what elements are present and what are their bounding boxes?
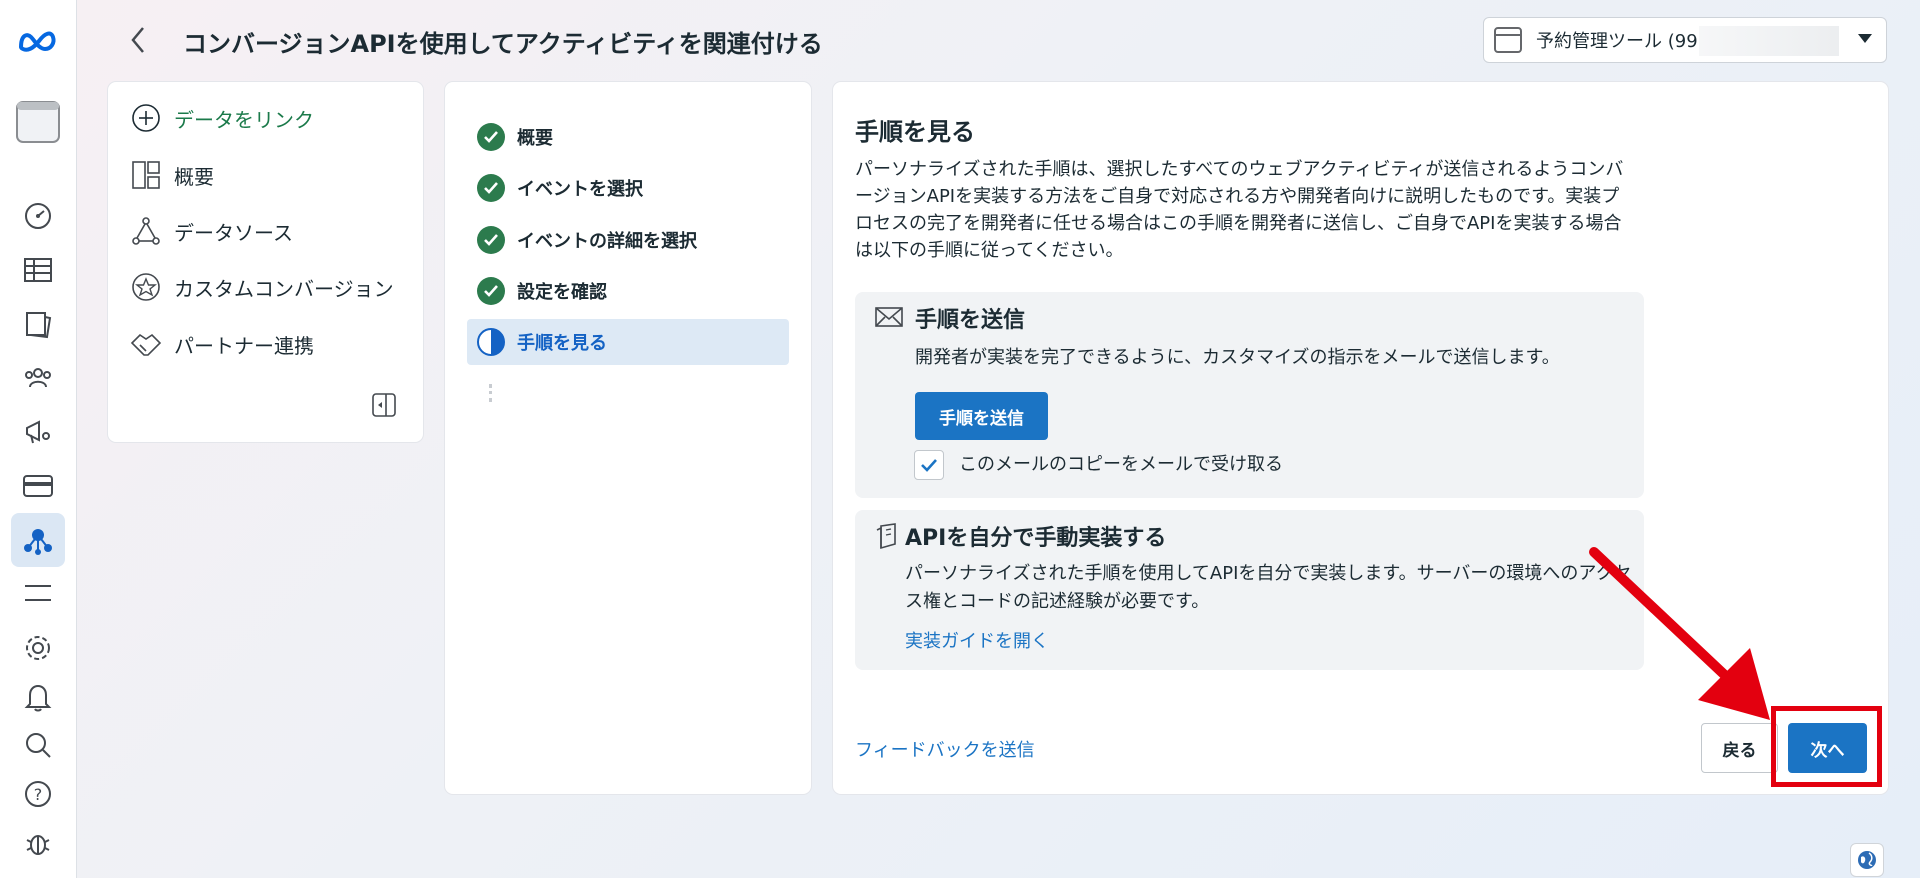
step-view-instructions[interactable]: 手順を見る: [467, 319, 789, 365]
step-select-events[interactable]: イベントを選択: [467, 165, 789, 211]
menu-icon[interactable]: [11, 570, 65, 616]
nav-item-partner-integrations[interactable]: パートナー連携: [130, 324, 314, 364]
redacted-account-id: [1699, 26, 1839, 56]
link-data-button[interactable]: データをリンク: [130, 98, 314, 138]
step-overview[interactable]: 概要: [467, 114, 789, 160]
step-event-details[interactable]: イベントの詳細を選択: [467, 217, 789, 263]
email-copy-label[interactable]: このメールのコピーをメールで受け取る: [959, 451, 1283, 479]
setup-steps-panel: 概要 イベントを選択 イベントの詳細を選択 設定を確認 手順を見る: [445, 82, 811, 794]
language-globe-icon[interactable]: [1850, 843, 1884, 877]
next-button-highlight-annotation: [1771, 706, 1882, 787]
megaphone-settings-icon[interactable]: [11, 409, 65, 455]
nav-item-overview[interactable]: 概要: [130, 155, 214, 195]
step-label: イベントを選択: [517, 179, 643, 200]
instructions-panel: 手順を見る パーソナライズされた手順は、選択したすべてのウェブアクティビティが送…: [833, 82, 1888, 794]
nodes-icon: [130, 215, 162, 247]
chevron-left-icon: [131, 27, 144, 53]
step-label: 設定を確認: [517, 282, 607, 303]
left-rail: ?: [0, 0, 77, 878]
send-instructions-title: 手順を送信: [915, 308, 1026, 333]
nav-item-label: データソース: [174, 220, 293, 245]
step-connector: [489, 384, 492, 402]
notifications-bell-icon[interactable]: [11, 674, 65, 720]
handshake-icon: [130, 328, 162, 360]
dashboard-gauge-icon[interactable]: [11, 193, 65, 239]
star-icon: [130, 271, 162, 303]
checkmark-icon: [477, 226, 505, 254]
step-review-settings[interactable]: 設定を確認: [467, 268, 789, 314]
nav-item-data-sources[interactable]: データソース: [130, 211, 293, 251]
back-arrow-button[interactable]: [122, 22, 154, 58]
meta-logo-icon[interactable]: [11, 18, 65, 64]
section-title: 手順を見る: [855, 118, 975, 146]
checkmark-icon: [477, 174, 505, 202]
send-instructions-button[interactable]: 手順を送信: [915, 392, 1048, 440]
link-data-label: データをリンク: [174, 107, 314, 132]
send-instructions-text: 開発者が実装を完了できるように、カスタマイズの指示をメールで送信します。: [915, 347, 1560, 368]
step-label: イベントの詳細を選択: [517, 231, 697, 252]
bug-report-icon[interactable]: [11, 820, 65, 866]
help-icon[interactable]: ?: [11, 771, 65, 817]
svg-text:?: ?: [34, 785, 43, 804]
instructions-description: パーソナライズされた手順は、選択したすべてのウェブアクティビティが送信されるよう…: [855, 159, 1624, 261]
step-label: 概要: [517, 128, 553, 149]
data-sources-nav-panel: データをリンク 概要 データソース カスタムコンバージョン パートナー連携: [108, 82, 423, 442]
envelope-icon: [875, 307, 903, 327]
nav-item-custom-conversions[interactable]: カスタムコンバージョン: [130, 267, 394, 307]
settings-gear-icon[interactable]: [11, 625, 65, 671]
manual-implementation-title: APIを自分で手動実装する: [905, 526, 1167, 551]
in-progress-icon: [477, 328, 505, 356]
back-button[interactable]: 戻る: [1701, 723, 1778, 773]
business-portfolio-icon[interactable]: [11, 98, 65, 146]
nav-item-label: パートナー連携: [174, 333, 314, 358]
browser-window-icon: [1494, 27, 1522, 53]
account-selector-dropdown[interactable]: 予約管理ツール (99: [1483, 17, 1887, 63]
collapse-panel-icon[interactable]: [371, 392, 397, 418]
events-manager-icon[interactable]: [11, 513, 65, 567]
manual-implementation-text: パーソナライズされた手順を使用してAPIを自分で実装します。サーバーの環境へのア…: [905, 563, 1632, 612]
nav-item-label: 概要: [174, 164, 214, 189]
billing-card-icon[interactable]: [11, 463, 65, 509]
checkmark-icon: [477, 123, 505, 151]
document-code-icon: [876, 523, 896, 550]
manual-implementation-section: APIを自分で手動実装する パーソナライズされた手順を使用してAPIを自分で実装…: [855, 510, 1644, 670]
audience-icon[interactable]: [11, 355, 65, 401]
nav-item-label: カスタムコンバージョン: [174, 276, 394, 301]
send-feedback-link[interactable]: フィードバックを送信: [855, 736, 1035, 762]
account-name: 予約管理ツール (99: [1536, 31, 1698, 52]
checkmark-icon: [477, 277, 505, 305]
page-title: コンバージョンAPIを使用してアクティビティを関連付ける: [183, 30, 823, 58]
email-copy-checkbox[interactable]: [914, 450, 944, 480]
pages-icon[interactable]: [11, 301, 65, 347]
send-instructions-section: 手順を送信 開発者が実装を完了できるように、カスタマイズの指示をメールで送信しま…: [855, 292, 1644, 498]
caret-down-icon: [1858, 34, 1872, 43]
plus-circle-icon: [130, 102, 162, 134]
search-icon[interactable]: [11, 722, 65, 768]
checkmark-icon: [921, 459, 937, 472]
table-icon[interactable]: [11, 247, 65, 293]
open-implementation-guide-link[interactable]: 実装ガイドを開く: [905, 627, 1049, 653]
step-label: 手順を見る: [517, 333, 607, 354]
layout-icon: [130, 159, 162, 191]
